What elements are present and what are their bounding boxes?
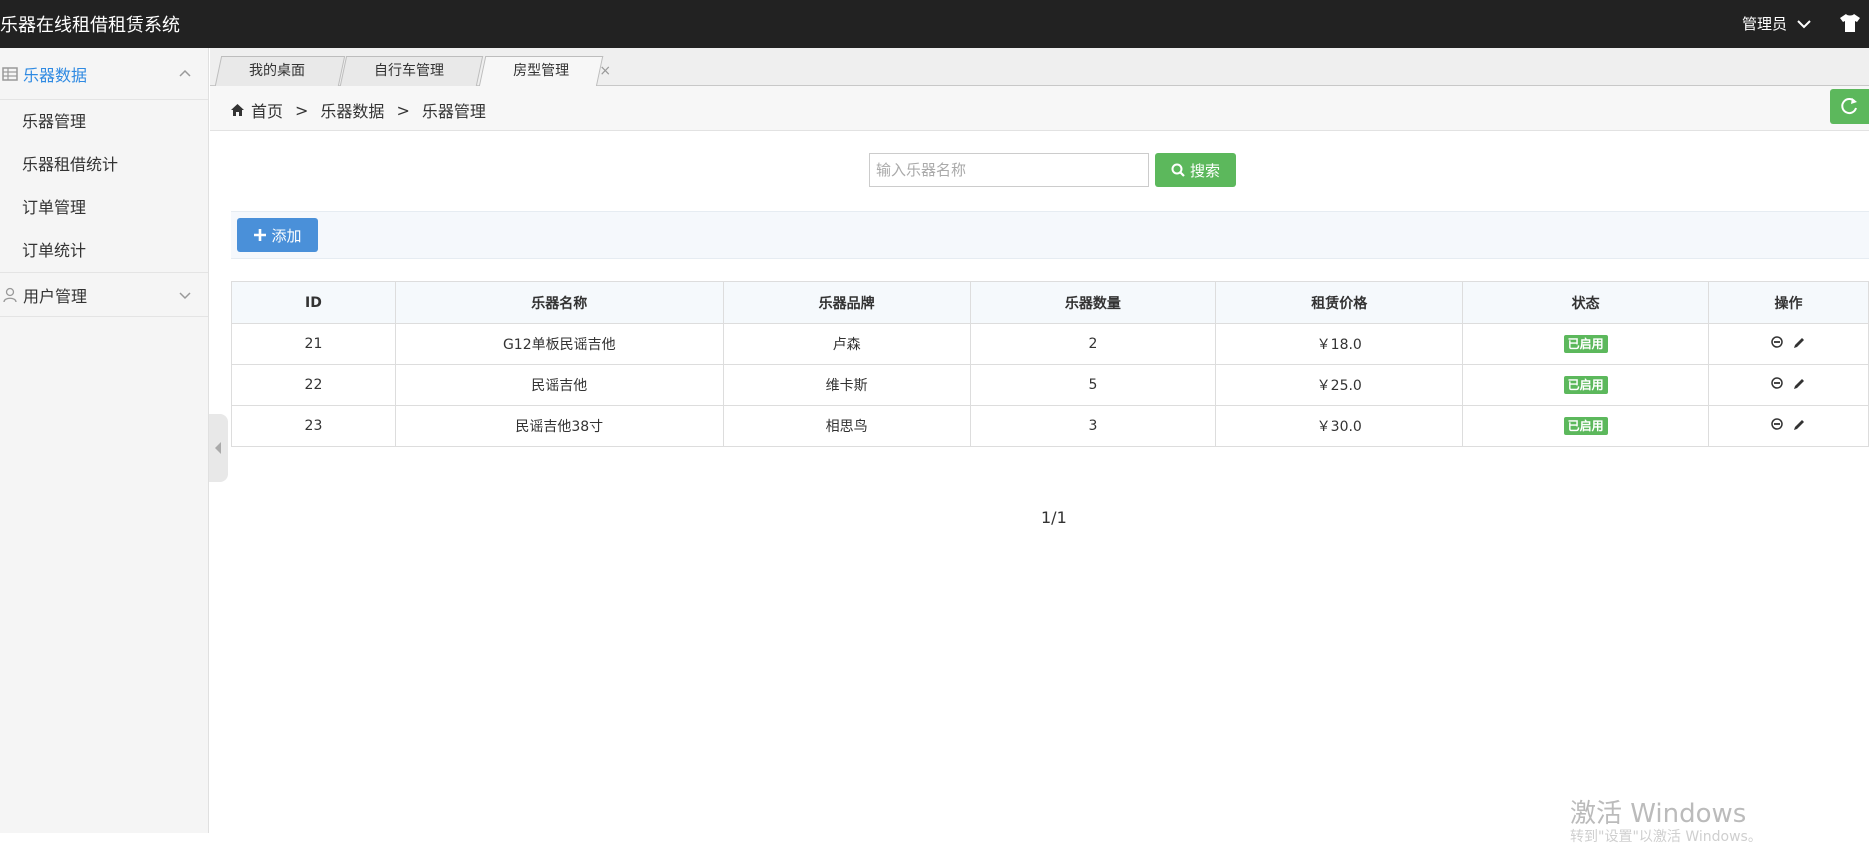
- column-header-quantity: 乐器数量: [969, 281, 1217, 324]
- tab-label: 我的桌面: [249, 63, 305, 79]
- sidebar-item-order-stats[interactable]: 订单统计: [0, 229, 208, 272]
- breadcrumb-separator: >: [396, 100, 410, 120]
- disable-icon[interactable]: [1771, 336, 1783, 348]
- cell-status: 已启用: [1462, 405, 1710, 447]
- edit-icon[interactable]: [1793, 377, 1806, 390]
- tab-bar: 我的桌面 自行车管理× 房型管理 ×: [210, 48, 1869, 87]
- search-icon: [1171, 163, 1185, 177]
- cell-name: 民谣吉他: [394, 364, 724, 406]
- sidebar-item-instrument-manage[interactable]: 乐器管理: [0, 100, 208, 143]
- sidebar-group-instrument-data[interactable]: 乐器数据: [0, 48, 208, 100]
- toolbar: 添加: [231, 211, 1869, 259]
- tab-room-type-manage[interactable]: 房型管理 ×: [478, 56, 611, 87]
- cell-name: 民谣吉他38寸: [394, 405, 724, 447]
- status-badge: 已启用: [1563, 376, 1608, 394]
- home-icon: [231, 104, 244, 116]
- cell-actions: [1708, 323, 1869, 365]
- disable-icon[interactable]: [1771, 418, 1783, 430]
- windows-activation-watermark: 激活 Windows: [1570, 799, 1747, 829]
- chevron-down-icon: [1797, 19, 1811, 28]
- cell-quantity: 3: [969, 405, 1217, 447]
- cell-id: 23: [231, 405, 396, 447]
- breadcrumb-instrument-manage: 乐器管理: [421, 102, 486, 121]
- cell-status: 已启用: [1462, 323, 1710, 365]
- tab-label: 自行车管理: [374, 63, 444, 79]
- table-row: 23 民谣吉他38寸 相思鸟 3 ￥30.0 已启用: [231, 405, 1869, 447]
- refresh-icon: [1841, 98, 1857, 115]
- search-input[interactable]: [869, 153, 1149, 187]
- cell-price: ￥18.0: [1215, 323, 1464, 365]
- tab-label: 房型管理: [513, 63, 570, 79]
- cell-id: 22: [231, 364, 396, 406]
- tab-content: 房型管理 ×: [483, 57, 611, 85]
- sidebar-item-order-manage[interactable]: 订单管理: [0, 186, 208, 229]
- sidebar-collapse-handle[interactable]: [209, 414, 228, 482]
- breadcrumb-bar: 首页 > 乐器数据 > 乐器管理: [210, 86, 1869, 131]
- app-title: 乐器在线租借租赁系统: [0, 15, 180, 36]
- column-header-actions: 操作: [1708, 281, 1869, 324]
- breadcrumb-separator: >: [295, 100, 309, 120]
- edit-icon[interactable]: [1793, 418, 1806, 431]
- chevron-left-icon: [215, 442, 221, 454]
- status-badge: 已启用: [1563, 417, 1608, 435]
- cell-actions: [1708, 405, 1869, 447]
- sidebar-group-user-manage[interactable]: 用户管理: [0, 273, 208, 317]
- row-actions: [1771, 377, 1806, 390]
- cell-brand: 维卡斯: [722, 364, 971, 406]
- column-header-name: 乐器名称: [394, 281, 724, 324]
- cell-brand: 卢森: [722, 323, 971, 365]
- plus-icon: [254, 229, 267, 241]
- cell-price: ￥25.0: [1215, 364, 1464, 406]
- add-button[interactable]: 添加: [237, 218, 318, 252]
- user-name: 管理员: [1741, 15, 1787, 33]
- table-row: 21 G12单板民谣吉他 卢森 2 ￥18.0 已启用: [231, 323, 1869, 365]
- row-actions: [1771, 418, 1806, 431]
- top-header: 乐器在线租借租赁系统 管理员: [0, 0, 1869, 48]
- tab-bicycle-manage[interactable]: 自行车管理×: [339, 56, 501, 86]
- shirt-icon[interactable]: [1839, 13, 1861, 33]
- cell-brand: 相思鸟: [722, 405, 971, 447]
- cell-quantity: 5: [969, 364, 1217, 406]
- pagination-text: 1/1: [1041, 508, 1067, 527]
- row-actions: [1771, 336, 1806, 349]
- sidebar-item-rental-stats[interactable]: 乐器租借统计: [0, 143, 208, 186]
- disable-icon[interactable]: [1771, 377, 1783, 389]
- user-menu[interactable]: 管理员: [1742, 13, 1811, 34]
- table-header-row: ID 乐器名称 乐器品牌 乐器数量 租赁价格 状态 操作: [231, 281, 1869, 324]
- cell-price: ￥30.0: [1215, 405, 1464, 447]
- grid-icon: [2, 66, 18, 81]
- cell-id: 21: [231, 323, 396, 365]
- column-header-id: ID: [231, 281, 396, 324]
- cell-status: 已启用: [1462, 364, 1710, 406]
- edit-icon[interactable]: [1793, 336, 1806, 349]
- add-button-label: 添加: [271, 226, 302, 245]
- sidebar-group-label: 用户管理: [23, 286, 88, 306]
- tab-desktop[interactable]: 我的桌面: [214, 56, 346, 86]
- chevron-up-icon: [179, 69, 191, 77]
- column-header-brand: 乐器品牌: [722, 281, 971, 324]
- instrument-table: ID 乐器名称 乐器品牌 乐器数量 租赁价格 状态 操作 21 G12单板民谣吉…: [231, 281, 1869, 447]
- breadcrumb-instrument-data[interactable]: 乐器数据: [320, 98, 384, 122]
- cell-quantity: 2: [969, 323, 1217, 365]
- sidebar-group-label: 乐器数据: [23, 65, 88, 85]
- close-icon[interactable]: ×: [599, 57, 611, 85]
- cell-actions: [1708, 364, 1869, 406]
- user-icon: [3, 287, 17, 302]
- sidebar: 乐器数据 乐器管理 乐器租借统计 订单管理 订单统计 用户管理: [0, 48, 209, 833]
- chevron-down-icon: [179, 292, 191, 300]
- cell-name: G12单板民谣吉他: [394, 323, 724, 365]
- windows-activation-subtext: 转到"设置"以激活 Windows。: [1570, 829, 1762, 845]
- search-button-label: 搜索: [1189, 161, 1220, 180]
- column-header-price: 租赁价格: [1215, 281, 1464, 324]
- breadcrumb: 首页 > 乐器数据 > 乐器管理: [230, 98, 486, 122]
- refresh-button[interactable]: [1830, 89, 1869, 124]
- search-button[interactable]: 搜索: [1155, 153, 1236, 187]
- table-row: 22 民谣吉他 维卡斯 5 ￥25.0 已启用: [231, 364, 1869, 406]
- tab-content: 自行车管理×: [344, 57, 501, 85]
- breadcrumb-home[interactable]: 首页: [251, 98, 283, 122]
- status-badge: 已启用: [1563, 335, 1608, 353]
- column-header-status: 状态: [1462, 281, 1710, 324]
- sidebar-submenu: 乐器管理 乐器租借统计 订单管理 订单统计: [0, 100, 208, 273]
